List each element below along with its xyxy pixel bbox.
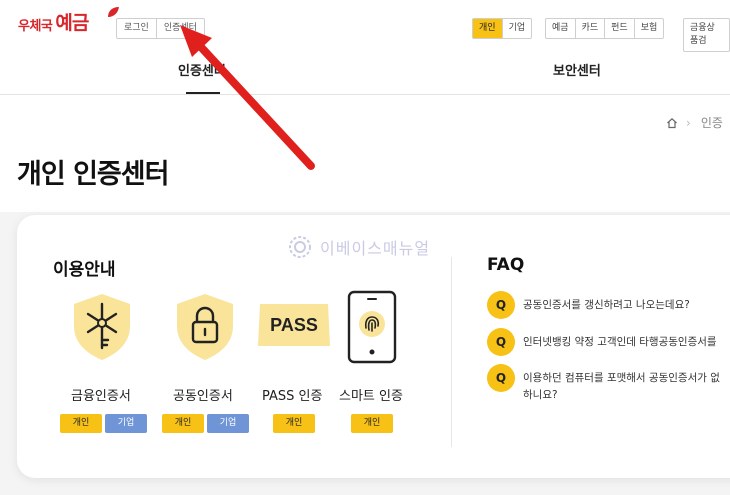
key-shield-icon[interactable] (70, 290, 134, 362)
business-toggle[interactable]: 기업 (501, 19, 532, 38)
tab-cert-center[interactable]: 인증센터 (178, 60, 226, 79)
usage-guide-title: 이용안내 (53, 260, 116, 280)
faq-q-badge: Q (487, 328, 515, 356)
product-search-menu: 금융상품검 (683, 18, 730, 52)
faq-item[interactable]: Q 공동인증서를 갱신하려고 나오는데요? (487, 291, 690, 319)
product-deposit[interactable]: 예금 (546, 19, 575, 38)
service-name-smart-cert[interactable]: 스마트 인증 (339, 385, 403, 404)
logo-big-text: 예금 (55, 12, 89, 34)
phone-fingerprint-icon[interactable] (347, 290, 397, 364)
section-divider (451, 257, 452, 447)
badge-business[interactable]: 기업 (105, 414, 147, 433)
faq-item[interactable]: Q 이용하던 컴퓨터를 포맷해서 공동인증서가 없 하니요? (487, 364, 720, 404)
watermark-text: 이베이스매뉴얼 (320, 239, 431, 258)
post-bank-logo[interactable]: 우체국 예금 (18, 7, 119, 34)
badge-personal[interactable]: 개인 (351, 414, 393, 433)
badge-personal[interactable]: 개인 (273, 414, 315, 433)
faq-question[interactable]: 인터넷뱅킹 약정 고객인데 타행공동인증서를 (523, 334, 717, 351)
faq-q-badge: Q (487, 364, 515, 392)
watermark-logo-icon (289, 236, 311, 258)
breadcrumb: › 인증 (666, 114, 723, 131)
cert-center-link[interactable]: 인증센터 (155, 19, 204, 38)
product-insurance[interactable]: 보험 (633, 19, 664, 38)
faq-q-badge: Q (487, 291, 515, 319)
breadcrumb-current[interactable]: 인증 (701, 114, 723, 131)
product-fund[interactable]: 펀드 (604, 19, 634, 38)
pass-icon-text: PASS (270, 315, 318, 335)
product-search-link[interactable]: 금융상품검 (684, 19, 729, 51)
user-type-toggle: 개인 기업 (472, 18, 533, 39)
product-card[interactable]: 카드 (574, 19, 605, 38)
faq-question-line2: 하니요? (523, 389, 558, 401)
logo-leaf-icon (108, 7, 119, 17)
lock-shield-icon[interactable] (173, 290, 237, 362)
faq-title: FAQ (487, 255, 525, 275)
active-tab-indicator (186, 92, 220, 94)
service-name-joint-cert[interactable]: 공동인증서 (173, 385, 233, 404)
page-title: 개인 인증센터 (17, 159, 169, 190)
tab-security-center[interactable]: 보안센터 (553, 60, 601, 79)
badge-business[interactable]: 기업 (207, 414, 249, 433)
service-name-pass[interactable]: PASS 인증 (262, 385, 322, 404)
badge-personal[interactable]: 개인 (162, 414, 204, 433)
watermark: 이베이스매뉴얼 (288, 235, 430, 259)
faq-question[interactable]: 이용하던 컴퓨터를 포맷해서 공동인증서가 없 하니요? (523, 370, 720, 404)
faq-question-line1: 이용하던 컴퓨터를 포맷해서 공동인증서가 없 (523, 372, 720, 384)
center-tabs: 인증센터 보안센터 (0, 50, 730, 95)
faq-item[interactable]: Q 인터넷뱅킹 약정 고객인데 타행공동인증서를 (487, 328, 717, 356)
chevron-right-icon: › (686, 115, 691, 130)
page: 우체국 예금 로그인 인증센터 개인 기업 예금 카드 펀드 보험 금융상품검 … (0, 0, 730, 495)
badge-personal[interactable]: 개인 (60, 414, 102, 433)
personal-toggle[interactable]: 개인 (473, 19, 502, 38)
faq-question[interactable]: 공동인증서를 갱신하려고 나오는데요? (523, 297, 690, 314)
product-menu: 예금 카드 펀드 보험 (545, 18, 665, 39)
service-name-financial-cert[interactable]: 금융인증서 (71, 385, 131, 404)
logo-small-text: 우체국 (18, 19, 53, 34)
home-icon[interactable] (666, 117, 678, 129)
login-link[interactable]: 로그인 (117, 19, 156, 38)
auth-links: 로그인 인증센터 (116, 18, 205, 39)
pass-icon[interactable]: PASS (256, 302, 332, 348)
